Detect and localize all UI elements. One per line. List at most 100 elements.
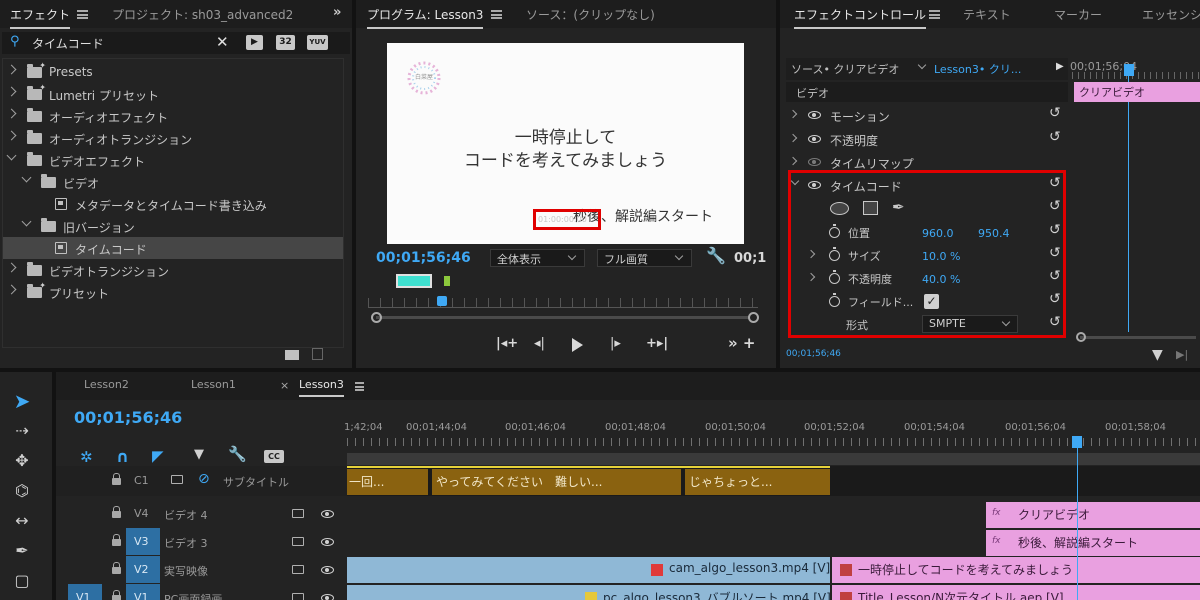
go-to-in-icon[interactable]: |◂+: [496, 336, 518, 351]
trash-icon[interactable]: [312, 348, 323, 360]
toggle-output-icon[interactable]: [171, 475, 183, 484]
tree-item-timecode[interactable]: タイムコード: [3, 237, 343, 259]
clear-search-icon[interactable]: ✕: [216, 33, 229, 51]
step-back-icon[interactable]: ◂|: [534, 336, 545, 351]
eye-icon[interactable]: [808, 135, 821, 143]
chevron-right-icon[interactable]: [6, 64, 17, 75]
tab-lesson2[interactable]: Lesson2: [84, 378, 129, 391]
toggle-timeline-icon[interactable]: ▶: [1056, 61, 1064, 72]
tab-project[interactable]: プロジェクト: sh03_advanced2: [112, 6, 293, 23]
ripple-edit-tool-icon[interactable]: ✥: [10, 450, 34, 472]
tree-item-lumetri[interactable]: Lumetri プリセット: [3, 83, 343, 105]
tab-essential-graphics[interactable]: エッセンシ: [1142, 6, 1200, 23]
effect-row-opacity[interactable]: 不透明度 ↺: [786, 128, 1068, 151]
clip-cam-video[interactable]: cam_algo_lesson3.mp4 [V]: [347, 557, 830, 583]
effect-row-timecode[interactable]: タイムコード ↺: [786, 174, 1068, 197]
wrench-icon[interactable]: 🔧: [706, 246, 726, 265]
add-marker-icon[interactable]: ▼: [194, 447, 204, 462]
reset-icon[interactable]: ↺: [1049, 291, 1061, 307]
tree-item-metadata-timecode[interactable]: メタデータとタイムコード書き込み: [3, 193, 343, 215]
filter-icon[interactable]: ▼: [1152, 347, 1163, 363]
lock-icon[interactable]: [112, 506, 121, 518]
yuv-effects-icon[interactable]: YUV: [307, 35, 328, 50]
snap-icon[interactable]: ∩: [116, 447, 129, 466]
panel-overflow-icon[interactable]: »: [333, 5, 341, 20]
playhead-timecode[interactable]: 00;01;56;46: [376, 250, 471, 266]
linked-selection-icon[interactable]: ◤: [152, 447, 164, 465]
reset-icon[interactable]: ↺: [1049, 268, 1061, 284]
razor-tool-icon[interactable]: ⌬: [10, 480, 34, 502]
tab-lesson3[interactable]: Lesson3: [299, 378, 344, 397]
stopwatch-icon[interactable]: [829, 247, 840, 261]
reset-icon[interactable]: ↺: [1049, 129, 1061, 145]
chevron-right-icon[interactable]: [788, 133, 798, 143]
caption-display-icon[interactable]: ⊘: [198, 471, 210, 487]
clip-title-aep[interactable]: Title_Lesson/N次元タイトル.aep [V]: [832, 585, 1200, 600]
tab-program[interactable]: プログラム: Lesson3: [367, 6, 484, 29]
monitor-playhead[interactable]: [437, 296, 447, 306]
toggle-output-icon[interactable]: [292, 509, 304, 518]
new-bin-icon[interactable]: [285, 350, 299, 360]
chevron-right-icon[interactable]: [6, 262, 17, 273]
subtitle-clip[interactable]: じゃちょっと...: [685, 469, 830, 495]
search-input[interactable]: [32, 34, 212, 52]
opacity-value[interactable]: 40.0 %: [922, 273, 960, 286]
program-menu-icon[interactable]: [491, 10, 502, 19]
reset-icon[interactable]: ↺: [1049, 222, 1061, 238]
stopwatch-icon[interactable]: [829, 224, 840, 238]
tab-lesson1[interactable]: Lesson1: [191, 378, 236, 391]
mini-playhead[interactable]: [1124, 64, 1134, 76]
toggle-output-icon[interactable]: [292, 537, 304, 546]
chevron-right-icon[interactable]: [6, 130, 17, 141]
pen-mask-icon[interactable]: ✒: [892, 198, 905, 216]
play-icon[interactable]: [572, 338, 583, 352]
timeline-timecode[interactable]: 00;01;56;46: [74, 408, 182, 427]
eye-icon[interactable]: [808, 158, 821, 166]
captions-icon[interactable]: CC: [264, 450, 284, 463]
tree-item-presets-jp[interactable]: プリセット: [3, 281, 343, 303]
chevron-right-icon[interactable]: [806, 249, 816, 259]
toggle-output-icon[interactable]: [292, 565, 304, 574]
slip-tool-icon[interactable]: ↔: [10, 510, 34, 532]
quality-select[interactable]: フル画質: [597, 249, 692, 267]
lock-icon[interactable]: [112, 590, 121, 600]
chevron-right-icon[interactable]: [788, 156, 798, 166]
effects-menu-icon[interactable]: [77, 10, 88, 19]
pen-tool-icon[interactable]: ✒: [10, 540, 34, 562]
effect-row-motion[interactable]: モーション ↺: [786, 104, 1068, 127]
position-y-value[interactable]: 950.4: [978, 227, 1010, 240]
eye-icon[interactable]: [808, 111, 821, 119]
video-frame[interactable]: 白菜屋 一時停止して コードを考えてみましょう 秒後、解説編スタート 01:00…: [387, 43, 744, 244]
sequence-select[interactable]: Lesson3• クリ...: [934, 61, 1021, 77]
tab-text[interactable]: テキスト: [963, 6, 1011, 23]
reset-icon[interactable]: ↺: [1049, 175, 1061, 191]
chevron-right-icon[interactable]: [806, 272, 816, 282]
tree-item-video-effects[interactable]: ビデオエフェクト: [3, 149, 343, 171]
nest-toggle-icon[interactable]: ✲: [80, 448, 93, 466]
lock-icon[interactable]: [112, 473, 121, 485]
scroll-handle-left[interactable]: [371, 312, 382, 323]
chevron-down-icon[interactable]: [21, 172, 32, 183]
chevron-right-icon[interactable]: [6, 86, 17, 97]
tree-item-audio-effects[interactable]: オーディオエフェクト: [3, 105, 343, 127]
chevron-down-icon[interactable]: [6, 150, 17, 161]
position-x-value[interactable]: 960.0: [922, 227, 954, 240]
chevron-down-icon[interactable]: [917, 60, 927, 70]
tree-item-audio-transitions[interactable]: オーディオトランジション: [3, 127, 343, 149]
timecode-overlay-box[interactable]: 01:00:00:00: [533, 209, 601, 230]
zoom-select[interactable]: 全体表示: [490, 249, 585, 267]
chevron-down-icon[interactable]: [790, 176, 800, 186]
reset-icon[interactable]: ↺: [1049, 198, 1061, 214]
stopwatch-icon[interactable]: [829, 270, 840, 284]
more-buttons-icon[interactable]: » +: [728, 334, 755, 352]
eye-icon[interactable]: [321, 594, 334, 600]
chevron-right-icon[interactable]: [788, 109, 798, 119]
eye-icon[interactable]: [321, 538, 334, 546]
clip-pause-title[interactable]: 一時停止してコードを考えてみましょう: [832, 557, 1200, 583]
selection-tool-icon[interactable]: ➤: [10, 390, 34, 412]
eye-icon[interactable]: [321, 566, 334, 574]
scroll-handle-left[interactable]: [1076, 332, 1086, 342]
subtitle-clip[interactable]: やってみてください 難しい...: [432, 469, 683, 495]
format-select[interactable]: SMPTE: [922, 315, 1018, 333]
tab-effect-controls[interactable]: エフェクトコントロール: [794, 6, 927, 29]
